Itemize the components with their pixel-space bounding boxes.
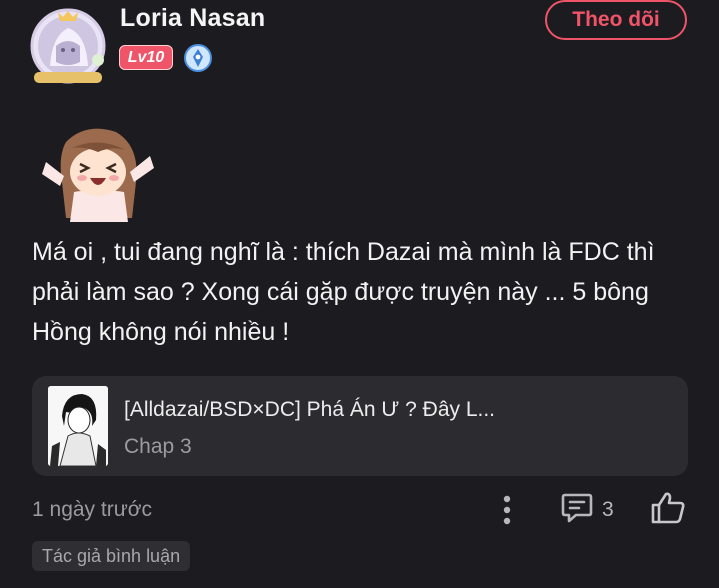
like-icon[interactable] (649, 489, 687, 527)
more-vertical-icon[interactable] (494, 492, 520, 528)
comment-text: Má oi , tui đang nghĩ là : thích Dazai m… (32, 238, 655, 346)
story-chapter: Chap 3 (124, 435, 192, 458)
story-title: [Alldazai/BSD×DC] Phá Án Ư ? Đây L... (124, 398, 496, 421)
level-badge: Lv10 (119, 45, 173, 70)
sticker-image (36, 122, 160, 222)
comment-icon (560, 492, 594, 529)
user-name[interactable]: Loria Nasan (120, 4, 265, 33)
reply-button[interactable]: 3 (560, 490, 614, 530)
follow-button[interactable]: Theo dõi (545, 0, 687, 40)
comment-timestamp: 1 ngày trước (32, 498, 153, 521)
author-comment-tag: Tác giả bình luận (32, 541, 191, 571)
comment-item: Loria Nasan Lv10 Theo dõi Má oi , tui đa… (0, 0, 719, 588)
reply-count: 3 (602, 498, 614, 521)
user-avatar[interactable] (28, 6, 108, 86)
story-card[interactable]: [Alldazai/BSD×DC] Phá Án Ư ? Đây L... Ch… (32, 376, 688, 476)
verified-icon (183, 43, 213, 73)
story-cover (48, 386, 108, 466)
